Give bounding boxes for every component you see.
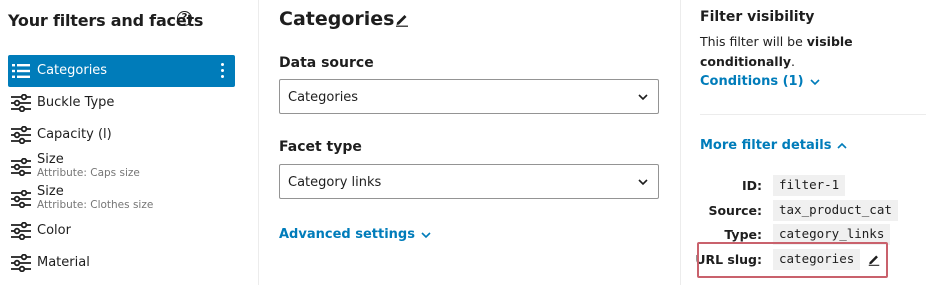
- chevron-down-icon: [809, 78, 820, 85]
- sliders-icon: [11, 126, 31, 144]
- facet-item-size-caps[interactable]: Size Attribute: Caps size: [8, 151, 235, 183]
- column-divider: [258, 0, 259, 285]
- advanced-settings-toggle[interactable]: Advanced settings: [279, 227, 431, 242]
- facet-type-select[interactable]: Category links: [279, 164, 659, 199]
- url-slug-highlight: [697, 242, 888, 278]
- list-icon: [12, 64, 30, 78]
- facet-type-label: Facet type: [279, 139, 362, 155]
- filters-sidebar: Your filters and facets ? Categories Buc…: [0, 0, 258, 285]
- sidebar-title: Your filters and facets: [8, 11, 204, 30]
- filter-visibility-text: This filter will be visible conditionall…: [700, 32, 900, 72]
- facet-sublabel: Attribute: Clothes size: [37, 199, 154, 211]
- more-filter-details-label: More filter details: [700, 138, 832, 153]
- sliders-icon: [11, 94, 31, 112]
- edit-title-icon[interactable]: [394, 11, 410, 27]
- detail-row-source: Source: tax_product_cat: [700, 199, 930, 223]
- conditions-label: Conditions (1): [700, 74, 804, 89]
- facet-item-size-clothes[interactable]: Size Attribute: Clothes size: [8, 183, 235, 215]
- detail-value: filter-1: [773, 175, 846, 196]
- section-divider: [700, 114, 926, 115]
- sliders-icon: [11, 222, 31, 240]
- facet-label: Capacity (l): [37, 127, 112, 142]
- help-icon[interactable]: ?: [177, 11, 192, 26]
- detail-key: Type:: [724, 227, 762, 242]
- select-value: Category links: [288, 175, 382, 190]
- chevron-down-icon: [638, 94, 648, 101]
- data-source-select[interactable]: Categories: [279, 79, 659, 114]
- more-filter-details-toggle[interactable]: More filter details: [700, 138, 848, 153]
- facet-item-buckle-type[interactable]: Buckle Type: [8, 87, 235, 119]
- visibility-text-end: .: [791, 54, 796, 69]
- facet-item-color[interactable]: Color: [8, 215, 235, 247]
- sliders-icon: [11, 254, 31, 272]
- facet-item-material[interactable]: Material: [8, 247, 235, 279]
- chevron-down-icon: [638, 179, 648, 186]
- facet-label: Material: [37, 255, 90, 270]
- select-value: Categories: [288, 90, 359, 105]
- facet-item-capacity[interactable]: Capacity (l): [8, 119, 235, 151]
- facet-list: Categories Buckle Type Capacity (l) Size…: [8, 55, 235, 279]
- facet-label: Categories: [37, 63, 108, 78]
- sliders-icon: [11, 190, 31, 208]
- more-options-icon[interactable]: [219, 62, 225, 80]
- facet-label: Color: [37, 223, 71, 238]
- sliders-icon: [11, 158, 31, 176]
- detail-value: tax_product_cat: [773, 200, 898, 221]
- facet-label: Size: [37, 184, 64, 199]
- data-source-label: Data source: [279, 55, 374, 71]
- chevron-down-icon: [421, 231, 431, 238]
- detail-key: ID:: [741, 178, 762, 193]
- detail-row-id: ID: filter-1: [700, 174, 930, 198]
- column-divider: [680, 0, 681, 285]
- filter-visibility-title: Filter visibility: [700, 9, 815, 25]
- facet-label: Size: [37, 152, 64, 167]
- facet-label: Buckle Type: [37, 95, 115, 110]
- conditions-toggle[interactable]: Conditions (1): [700, 74, 820, 89]
- facet-sublabel: Attribute: Caps size: [37, 167, 140, 179]
- page-title: Categories: [279, 8, 395, 30]
- visibility-text-start: This filter will be: [700, 34, 807, 49]
- facet-item-categories[interactable]: Categories: [8, 55, 235, 87]
- detail-key: Source:: [708, 203, 762, 218]
- advanced-settings-label: Advanced settings: [279, 227, 415, 242]
- chevron-up-icon: [837, 142, 848, 149]
